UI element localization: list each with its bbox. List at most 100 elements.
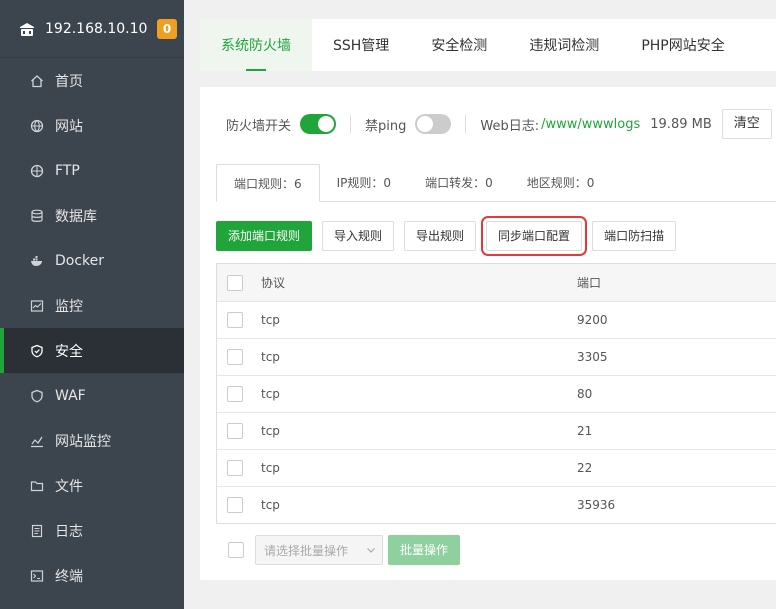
tab-ssh[interactable]: SSH管理 (312, 19, 410, 71)
rule-tabs: 端口规则：6 IP规则：0 端口转发：0 地区规则：0 (216, 164, 776, 202)
row-checkbox[interactable] (227, 312, 243, 328)
ping-label: 禁ping (365, 118, 407, 134)
export-rules-button[interactable]: 导出规则 (404, 221, 477, 251)
sync-port-config-button[interactable]: 同步端口配置 (481, 216, 588, 256)
batch-operation-select[interactable]: 请选择批量操作 (255, 535, 383, 565)
sidebar-item-terminal[interactable]: 终端 (0, 553, 184, 598)
terminal-icon (30, 569, 44, 582)
ping-toggle[interactable] (415, 114, 452, 134)
tab-system-firewall[interactable]: 系统防火墙 (200, 19, 312, 71)
row-checkbox[interactable] (227, 386, 243, 402)
row-checkbox[interactable] (227, 423, 243, 439)
port-cell: 21 (577, 424, 593, 438)
tab-violation-words[interactable]: 违规词检测 (508, 19, 620, 71)
server-logo-icon (20, 22, 34, 36)
divider (350, 115, 352, 133)
weblog-size: 19.89 MB (650, 116, 712, 132)
folder-icon (30, 480, 44, 491)
database-icon (31, 209, 43, 222)
sidebar-item-label: 网站 (55, 118, 83, 135)
table-row: tcp 80 (217, 375, 776, 412)
column-header-protocol: 协议 (261, 276, 286, 290)
port-cell: 9200 (577, 313, 608, 327)
port-cell: 22 (577, 461, 593, 475)
firewall-settings-row: 防火墙开关 禁ping Web日志: /www/wwwlogs 19.89 MB… (226, 109, 776, 139)
docker-icon (31, 255, 42, 266)
firewall-panel: 防火墙开关 禁ping Web日志: /www/wwwlogs 19.89 MB… (200, 87, 776, 580)
chevron-down-icon (367, 548, 375, 553)
sidebar-item-label: 首页 (55, 73, 83, 90)
row-checkbox[interactable] (227, 460, 243, 476)
tab-region-rules[interactable]: 地区规则：0 (510, 164, 612, 201)
protocol-cell: tcp (261, 350, 280, 364)
tab-php-site-security[interactable]: PHP网站安全 (620, 19, 745, 71)
sidebar-item-label: 数据库 (55, 208, 97, 225)
security-tabs: 系统防火墙 SSH管理 安全检测 违规词检测 PHP网站安全 (200, 19, 776, 71)
import-rules-button[interactable]: 导入规则 (322, 221, 395, 251)
chart-icon (31, 436, 43, 447)
sidebar-item-label: 网站监控 (55, 433, 111, 450)
globe-icon (30, 119, 44, 132)
home-icon (31, 74, 43, 87)
protocol-cell: tcp (261, 313, 280, 327)
shield-icon (31, 344, 43, 357)
sidebar-item-label: 文件 (55, 478, 83, 495)
sidebar-item-label: FTP (55, 162, 80, 179)
tab-port-rules[interactable]: 端口规则：6 (216, 164, 320, 202)
tab-security-scan[interactable]: 安全检测 (410, 19, 508, 71)
tab-ip-rules[interactable]: IP规则：0 (320, 164, 408, 201)
port-anti-scan-button[interactable]: 端口防扫描 (592, 221, 677, 251)
sidebar-item-ftp[interactable]: FTP (0, 148, 184, 193)
divider (465, 115, 467, 133)
firewall-switch-label: 防火墙开关 (226, 118, 292, 134)
sidebar-item-home[interactable]: 首页 (0, 58, 184, 103)
select-all-checkbox[interactable] (227, 274, 243, 291)
batch-select-placeholder: 请选择批量操作 (264, 543, 349, 558)
row-checkbox[interactable] (227, 349, 243, 365)
protocol-cell: tcp (261, 498, 280, 512)
table-row: tcp 22 (217, 449, 776, 486)
sidebar: 192.168.10.10 0 首页 网站 FTP 数据库 Docker 监控 (0, 0, 184, 609)
table-row: tcp 9200 (217, 301, 776, 338)
tab-port-forward[interactable]: 端口转发：0 (408, 164, 510, 201)
sidebar-item-database[interactable]: 数据库 (0, 193, 184, 238)
clear-log-button[interactable]: 清空 (721, 109, 772, 139)
sidebar-item-label: 日志 (55, 523, 83, 540)
weblog-path-link[interactable]: /www/wwwlogs (541, 117, 640, 132)
server-header[interactable]: 192.168.10.10 0 (0, 0, 184, 58)
protocol-cell: tcp (261, 461, 280, 475)
sidebar-item-waf[interactable]: WAF (0, 373, 184, 418)
row-checkbox[interactable] (227, 497, 243, 513)
table-row: tcp 35936 (217, 486, 776, 523)
table-row: tcp 3305 (217, 338, 776, 375)
monitor-icon (30, 299, 44, 312)
log-icon (31, 524, 43, 537)
sidebar-item-security[interactable]: 安全 (0, 328, 184, 373)
protocol-cell: tcp (261, 387, 280, 401)
server-ip: 192.168.10.10 (45, 20, 148, 37)
column-header-port: 端口 (577, 276, 602, 290)
sidebar-item-logs[interactable]: 日志 (0, 508, 184, 553)
port-rules-table: 协议 端口 tcp 9200 tcp 3305 tcp 80 tcp 21 tc… (216, 263, 776, 524)
notification-badge[interactable]: 0 (157, 18, 177, 39)
sidebar-item-site-monitor[interactable]: 网站监控 (0, 418, 184, 463)
sidebar-item-website[interactable]: 网站 (0, 103, 184, 148)
sidebar-item-files[interactable]: 文件 (0, 463, 184, 508)
batch-operation-button[interactable]: 批量操作 (388, 535, 461, 565)
sidebar-item-monitor[interactable]: 监控 (0, 283, 184, 328)
weblog-label: Web日志: (480, 118, 540, 134)
sidebar-nav: 首页 网站 FTP 数据库 Docker 监控 安全 WAF 网站监控 文件 日… (0, 58, 184, 598)
sidebar-item-label: 监控 (55, 298, 83, 315)
sidebar-item-label: 终端 (55, 568, 83, 585)
sidebar-item-label: Docker (55, 252, 105, 269)
rule-actions: 添加端口规则 导入规则 导出规则 同步端口配置 端口防扫描 (216, 216, 686, 256)
port-cell: 3305 (577, 350, 608, 364)
firewall-toggle[interactable] (300, 114, 337, 134)
sidebar-item-docker[interactable]: Docker (0, 238, 184, 283)
batch-footer: 请选择批量操作 批量操作 (228, 535, 461, 565)
table-row: tcp 21 (217, 412, 776, 449)
sidebar-item-label: WAF (55, 387, 86, 404)
footer-select-all-checkbox[interactable] (228, 542, 244, 558)
port-cell: 80 (577, 387, 593, 401)
add-port-rule-button[interactable]: 添加端口规则 (216, 221, 313, 251)
